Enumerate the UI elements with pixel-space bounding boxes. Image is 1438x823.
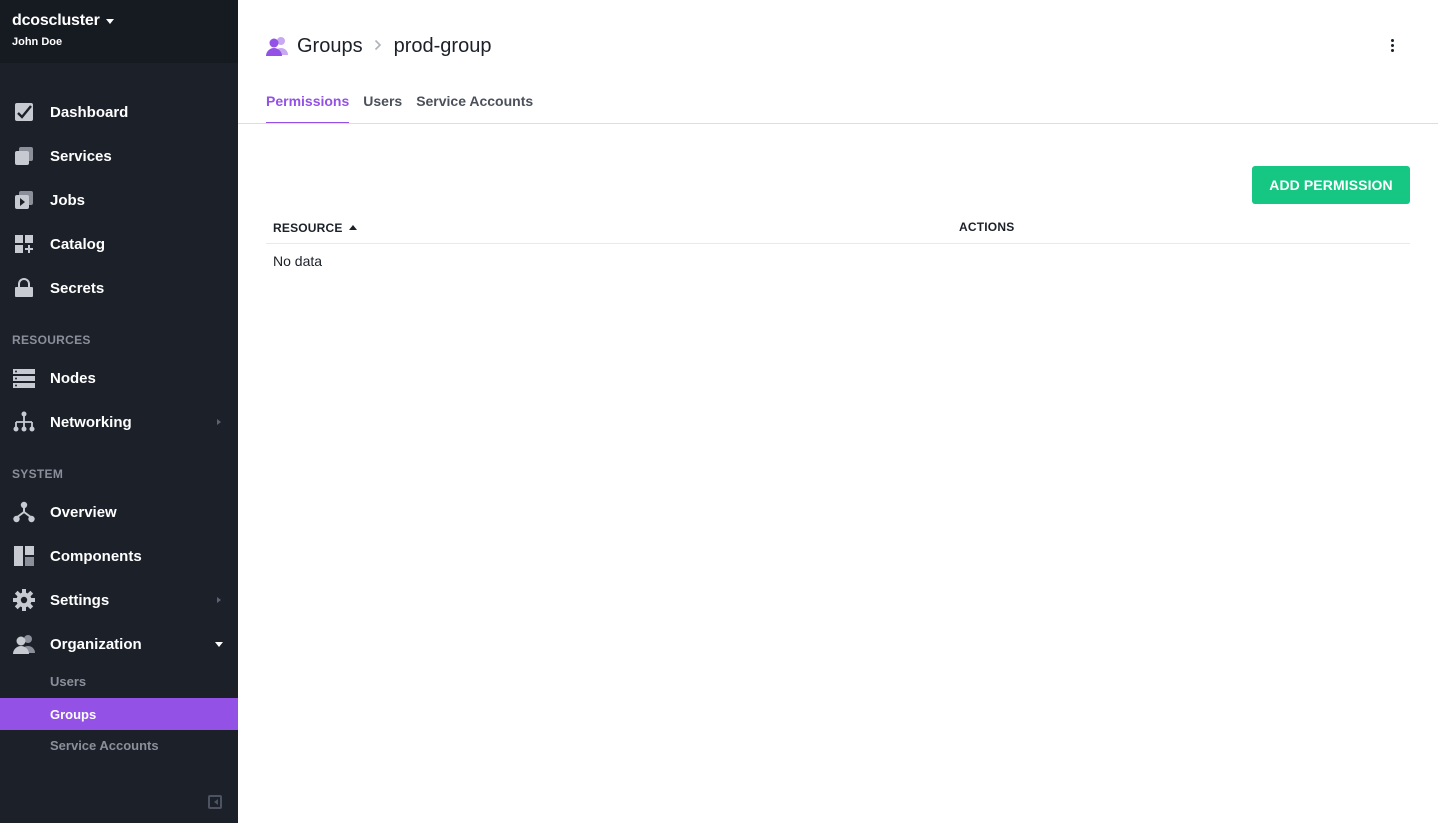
services-icon: [13, 145, 35, 167]
sidebar-item-components[interactable]: Components: [0, 536, 238, 576]
column-header-actions[interactable]: ACTIONS: [959, 220, 1014, 234]
gear-icon: [13, 589, 35, 611]
permissions-table: RESOURCE ACTIONS No data: [266, 210, 1410, 269]
jobs-icon: [13, 189, 35, 211]
sidebar-item-label: Services: [50, 147, 112, 165]
sidebar-item-label: Catalog: [50, 235, 106, 253]
section-heading-resources: RESOURCES: [12, 333, 91, 347]
nodes-icon: [13, 367, 35, 389]
collapse-sidebar-icon[interactable]: [208, 795, 222, 809]
table-header: RESOURCE ACTIONS: [266, 210, 1410, 244]
cluster-name[interactable]: dcoscluster: [12, 12, 100, 30]
sidebar-item-label: Secrets: [50, 279, 105, 297]
sidebar-item-overview[interactable]: Overview: [0, 492, 238, 532]
tab-users[interactable]: Users: [363, 92, 402, 124]
organization-icon: [13, 633, 35, 655]
chevron-right-icon: [217, 597, 221, 603]
sidebar-item-label: Networking: [50, 413, 132, 431]
user-name: John Doe: [12, 36, 63, 48]
main-content: Groups prod-group Permissions Users Serv…: [238, 0, 1438, 823]
components-icon: [13, 545, 35, 567]
dashboard-icon: [13, 101, 35, 123]
sidebar-subitem-groups[interactable]: Groups: [0, 698, 238, 730]
tab-permissions[interactable]: Permissions: [266, 92, 350, 124]
sidebar-item-label: Overview: [50, 503, 117, 521]
sidebar-subitem-label: Service Accounts: [50, 737, 159, 753]
more-options-icon[interactable]: [1384, 36, 1400, 54]
sidebar-item-jobs[interactable]: Jobs: [0, 180, 238, 220]
sidebar-item-label: Jobs: [50, 191, 86, 209]
catalog-icon: [13, 233, 35, 255]
section-heading-system: SYSTEM: [12, 467, 64, 481]
sidebar-item-services[interactable]: Services: [0, 136, 238, 176]
column-header-resource[interactable]: RESOURCE: [273, 221, 357, 235]
caret-down-icon[interactable]: [106, 19, 114, 24]
overview-icon: [13, 501, 35, 523]
add-permission-button[interactable]: ADD PERMISSION: [1252, 166, 1410, 204]
breadcrumb-current: prod-group: [393, 34, 492, 57]
sidebar: dcoscluster John Doe Dashboard Services …: [0, 0, 238, 823]
column-header-label: RESOURCE: [273, 221, 343, 235]
sidebar-item-secrets[interactable]: Secrets: [0, 268, 238, 308]
sidebar-item-dashboard[interactable]: Dashboard: [0, 92, 238, 132]
groups-icon: [266, 35, 288, 57]
sidebar-item-organization[interactable]: Organization: [0, 624, 238, 664]
sidebar-item-networking[interactable]: Networking: [0, 402, 238, 442]
breadcrumb-groups-link[interactable]: Groups: [297, 35, 363, 58]
sidebar-subitem-users[interactable]: Users: [0, 665, 238, 697]
sidebar-item-settings[interactable]: Settings: [0, 580, 238, 620]
chevron-right-icon: [374, 38, 382, 54]
lock-icon: [13, 277, 35, 299]
caret-down-icon: [215, 641, 223, 647]
cluster-header[interactable]: dcoscluster John Doe: [0, 0, 238, 63]
sidebar-item-label: Settings: [50, 591, 110, 609]
chevron-right-icon: [217, 419, 221, 425]
empty-state-text: No data: [273, 253, 323, 269]
sidebar-item-nodes[interactable]: Nodes: [0, 358, 238, 398]
sidebar-item-label: Dashboard: [50, 103, 129, 121]
sidebar-item-label: Nodes: [50, 369, 96, 387]
sidebar-item-catalog[interactable]: Catalog: [0, 224, 238, 264]
sort-ascending-icon: [348, 225, 357, 230]
tab-bar: Permissions Users Service Accounts: [266, 92, 547, 124]
sidebar-subitem-label: Users: [50, 673, 87, 689]
breadcrumb: Groups prod-group: [266, 33, 491, 59]
sidebar-item-label: Components: [50, 547, 142, 565]
networking-icon: [13, 411, 35, 433]
sidebar-subitem-service-accounts[interactable]: Service Accounts: [0, 729, 238, 761]
tabs-divider: [238, 123, 1438, 124]
sidebar-subitem-label: Groups: [50, 706, 97, 722]
tab-service-accounts[interactable]: Service Accounts: [416, 92, 533, 124]
sidebar-item-label: Organization: [50, 635, 142, 653]
